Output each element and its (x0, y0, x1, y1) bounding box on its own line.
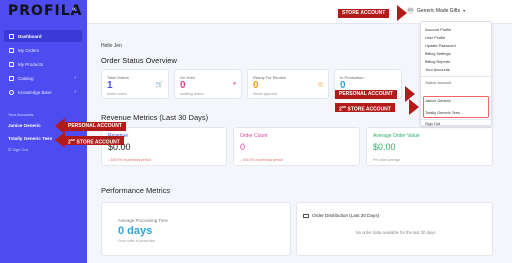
sidebar: PROFILA « Dashboard My Orders My Product… (0, 0, 87, 263)
account-second-store[interactable]: Totally Generic Tees (8, 136, 52, 141)
distribution-title: Order Distribution (Last 30 Days) (312, 213, 380, 218)
second-store-suffix: ND (341, 105, 347, 109)
second-store-text: STORE ACCOUNT (347, 106, 391, 113)
menu-billing-reports[interactable]: Billing Reports (425, 59, 450, 64)
chevron-right-icon: › (74, 89, 76, 95)
catalog-icon (9, 75, 14, 81)
second-store-suffix: ND (70, 138, 76, 142)
account-personal[interactable]: Janice Generic (8, 123, 41, 128)
kpi-value: 0 (253, 80, 259, 91)
sidebar-signout[interactable]: ⏻ Sign Out (8, 147, 28, 152)
average-order-value-card[interactable]: Average Order Value $0.00 Per order aver… (366, 127, 493, 166)
kpi-sub: Needs approval (253, 92, 277, 96)
home-icon (9, 33, 14, 39)
order-overview-title: Order Status Overview (101, 56, 177, 65)
kpi-sub: Active orders (107, 92, 127, 96)
second-store-text: STORE ACCOUNT (76, 139, 120, 146)
kpi-sub: Awaiting review (180, 92, 204, 96)
store-name: Generic Made Gifts (417, 7, 461, 14)
sidebar-item-label: Catalog (18, 75, 34, 81)
signout-icon: ⏻ (8, 147, 12, 152)
store-account-button[interactable]: GG Generic Made Gifts ▾ (407, 7, 465, 14)
sidebar-item-dashboard[interactable]: Dashboard (4, 30, 82, 42)
distribution-header: Order Distribution (Last 30 Days) (303, 213, 379, 218)
revenue-card[interactable]: Revenue $0.00 ↓ 100.0% vs previous perio… (101, 127, 227, 166)
sidebar-item-my-orders[interactable]: My Orders (4, 44, 82, 56)
order-count-card[interactable]: Order Count 0 ↓ 100.0% vs previous perio… (233, 127, 360, 166)
menu-account-totally-generic-tees[interactable]: Totally Generic Tees (425, 110, 460, 115)
processing-sub: From order to production (118, 239, 156, 243)
sidebar-item-knowledge-base[interactable]: Knowledge Base › (4, 86, 82, 98)
menu-divider (421, 76, 493, 77)
sidebar-nav: Dashboard My Orders My Products Catalog … (4, 30, 82, 100)
menu-account-janice-generic[interactable]: Janice Generic (425, 98, 451, 103)
aov-sub: Per order average (373, 158, 401, 162)
aov-value: $0.00 (373, 142, 396, 152)
pause-icon: ⏸ (232, 81, 236, 87)
revenue-change: ↓ 100.0% vs previous period (108, 158, 151, 162)
greeting: Hello Jen (101, 43, 122, 49)
sidebar-item-label: Knowledge Base (18, 89, 52, 95)
sidebar-item-my-products[interactable]: My Products (4, 58, 82, 70)
aov-label: Average Order Value (373, 133, 420, 139)
revenue-metrics-title: Revenue Metrics (Last 30 Days) (101, 113, 209, 122)
order-distribution-card: Order Distribution (Last 30 Days) No ord… (296, 202, 493, 256)
chevron-right-icon: › (74, 75, 76, 81)
store-account-annotation: STORE ACCOUNT (338, 9, 390, 18)
menu-user-profile[interactable]: User Profile (425, 35, 445, 40)
second-store-menu-annotation: 2ND STORE ACCOUNT (335, 103, 395, 113)
collapse-sidebar-icon[interactable]: « (72, 6, 76, 13)
kpi-card-ready-for-review[interactable]: Ready For Review 0 Needs approval ◎ (247, 69, 329, 99)
menu-billing-settings[interactable]: Billing Settings (425, 51, 451, 56)
processing-value: 0 days (118, 225, 153, 237)
processing-label: Average Processing Time (118, 218, 168, 223)
performance-metrics-title: Performance Metrics (101, 186, 171, 195)
sidebar-item-catalog[interactable]: Catalog › (4, 72, 82, 84)
check-icon: ◎ (317, 82, 323, 88)
chevron-down-icon: ▾ (463, 8, 466, 13)
menu-switch-account: Switch Account (425, 80, 452, 85)
store-arrow-icon (397, 5, 407, 21)
monitor-icon (303, 213, 309, 218)
order-count-change: ↓ 100.0% vs previous period (240, 158, 283, 162)
menu-account-profile[interactable]: Account Profile (425, 27, 451, 32)
accounts-title: Your Accounts (8, 112, 34, 117)
cart-icon: 🛒 (155, 82, 163, 88)
account-dropdown-menu: Account Profile User Profile Update Pass… (420, 21, 493, 126)
order-count-value: 0 (240, 142, 246, 152)
menu-update-password[interactable]: Update Password (425, 43, 456, 48)
sidebar-item-label: My Orders (18, 47, 40, 53)
kpi-card-total-orders[interactable]: Total Orders 1 Active orders 🛒 (101, 69, 169, 99)
products-icon (9, 61, 14, 67)
sidebar-item-label: Dashboard (18, 33, 42, 39)
personal-account-annotation: PERSONAL ACCOUNT (64, 122, 126, 131)
personal-account-menu-annotation: PERSONAL ACCOUNT (335, 90, 397, 99)
orders-icon (9, 47, 14, 53)
info-icon (9, 89, 14, 95)
kpi-value: 0 (180, 80, 186, 91)
distribution-empty: No order data available for the last 30 … (355, 230, 436, 235)
order-count-label: Order Count (240, 133, 268, 139)
kpi-card-on-hold[interactable]: On Hold 0 Awaiting review ⏸ (174, 69, 242, 99)
menu-your-accounts[interactable]: Your Accounts (425, 67, 450, 72)
app-window: PROFILA « Dashboard My Orders My Product… (0, 0, 512, 263)
sidebar-item-label: My Products (18, 61, 44, 67)
avatar: GG (407, 7, 414, 14)
menu-sign-out[interactable]: Sign Out (425, 121, 440, 126)
processing-time-card: Average Processing Time 0 days From orde… (101, 202, 291, 256)
second-store-annotation: 2ND STORE ACCOUNT (64, 136, 124, 146)
second-store-menu-arrow-icon (409, 99, 419, 115)
menu-divider (421, 119, 493, 120)
kpi-value: 1 (107, 80, 113, 91)
